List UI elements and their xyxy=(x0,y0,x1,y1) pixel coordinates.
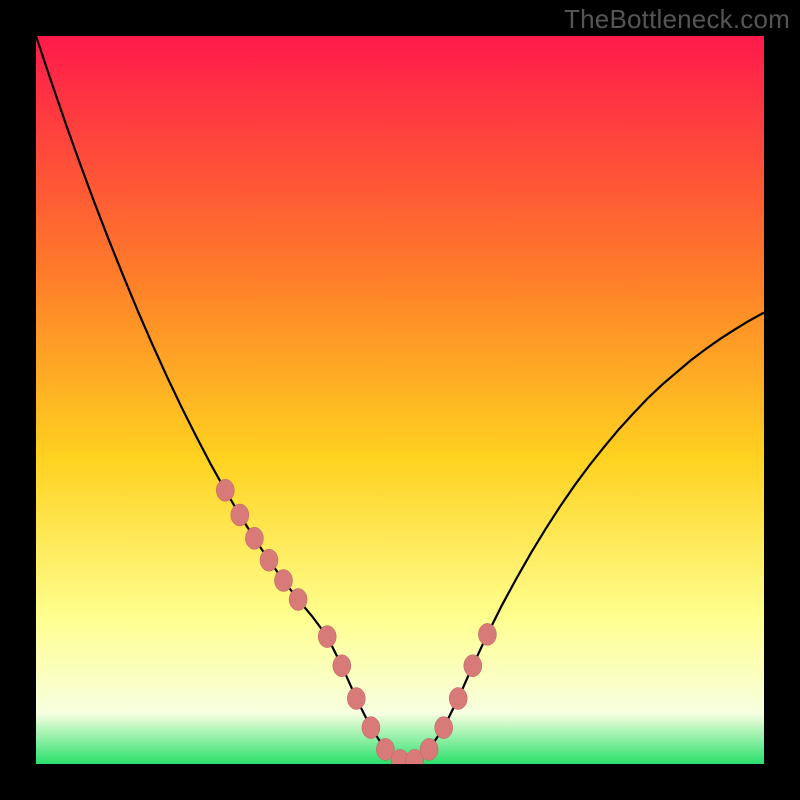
marker-point xyxy=(435,717,453,739)
marker-point xyxy=(464,655,482,677)
marker-point xyxy=(362,717,380,739)
marker-point xyxy=(420,738,438,760)
marker-point xyxy=(216,479,234,501)
marker-point xyxy=(449,688,467,710)
marker-point xyxy=(347,688,365,710)
marker-point xyxy=(318,626,336,648)
marker-point xyxy=(275,570,293,592)
plot-area xyxy=(36,36,764,764)
marker-point xyxy=(260,549,278,571)
watermark-text: TheBottleneck.com xyxy=(564,4,790,35)
marker-point xyxy=(478,623,496,645)
marker-point xyxy=(231,504,249,526)
marker-point xyxy=(333,655,351,677)
gradient-background xyxy=(36,36,764,764)
marker-point xyxy=(289,589,307,611)
chart-frame: TheBottleneck.com xyxy=(0,0,800,800)
bottleneck-chart xyxy=(36,36,764,764)
marker-point xyxy=(245,527,263,549)
